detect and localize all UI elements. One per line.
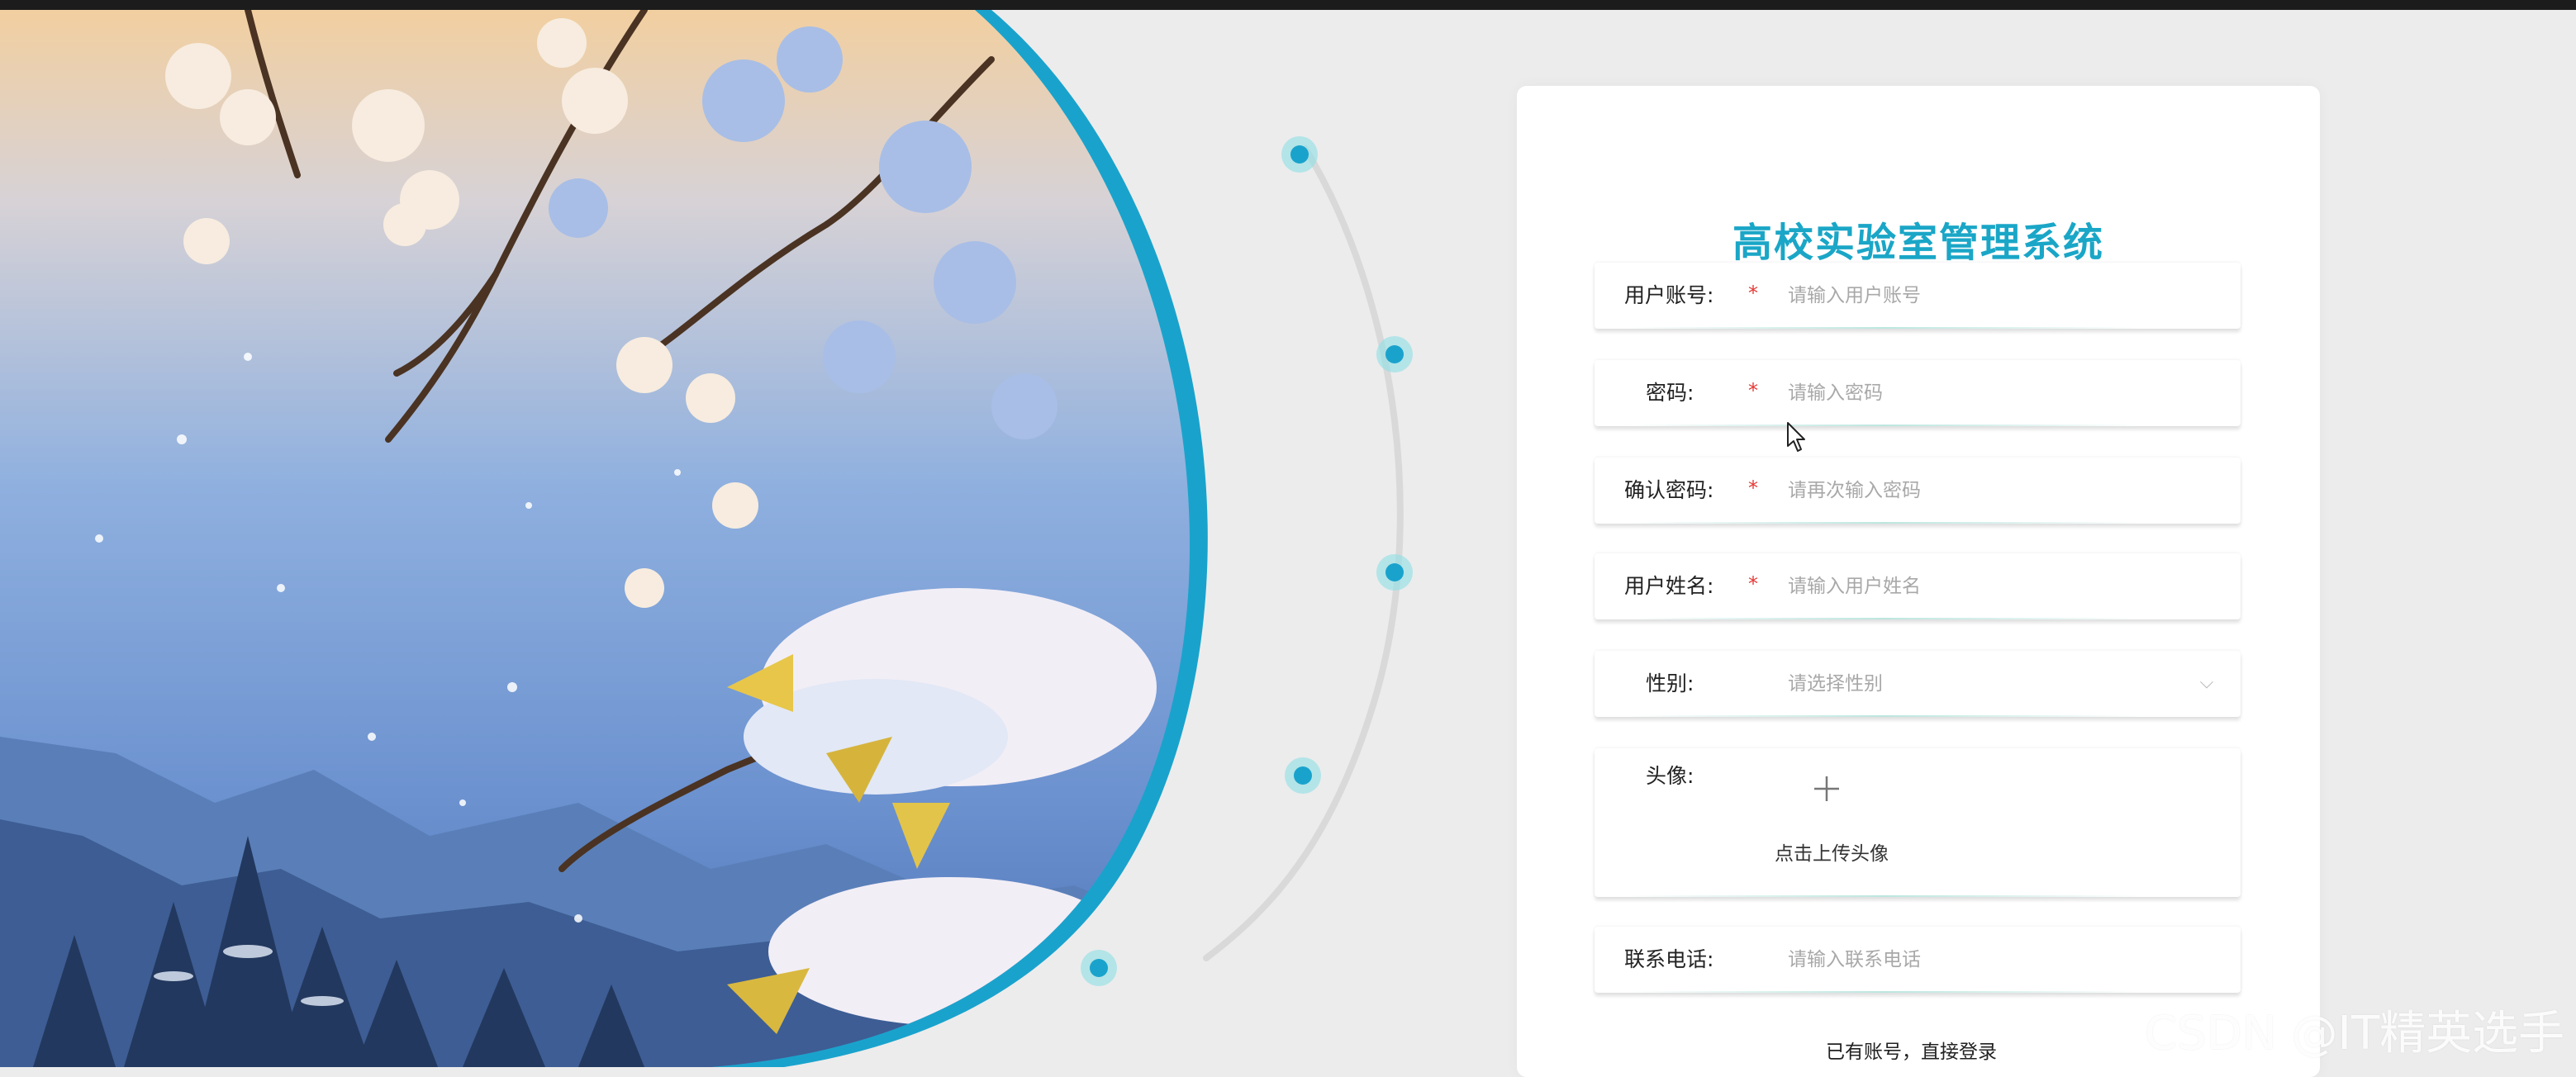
username-row: 用户账号: *: [1595, 263, 2241, 329]
required-mark: *: [1748, 572, 1758, 595]
chevron-down-icon[interactable]: ⌵: [2194, 671, 2219, 695]
realname-row: 用户姓名: *: [1595, 553, 2241, 619]
phone-row: 联系电话:: [1595, 927, 2241, 993]
gender-row[interactable]: 性别: ⌵: [1595, 651, 2241, 717]
required-mark: *: [1748, 477, 1758, 500]
confirm-password-input[interactable]: [1788, 458, 2217, 524]
phone-input[interactable]: [1788, 927, 2217, 993]
upload-avatar-text[interactable]: 点击上传头像: [1775, 837, 1889, 866]
gender-select[interactable]: [1788, 651, 2217, 717]
phone-label: 联系电话:: [1624, 947, 1714, 971]
page-title: 高校实验室管理系统: [1732, 220, 2104, 266]
username-input[interactable]: [1788, 263, 2217, 329]
required-mark: *: [1748, 282, 1758, 305]
plus-icon[interactable]: [1808, 770, 1846, 808]
confirm-password-row: 确认密码: *: [1595, 458, 2241, 524]
avatar-row: 头像: 点击上传头像: [1595, 748, 2241, 897]
password-input[interactable]: [1788, 360, 2217, 426]
arc-dots-decoration: [1081, 136, 1413, 986]
password-label: 密码:: [1646, 381, 1694, 405]
password-row: 密码: *: [1595, 360, 2241, 426]
cursor-icon: [1787, 422, 1805, 452]
watermark: CSDN @IT精英选手: [2145, 1007, 2565, 1060]
realname-input[interactable]: [1788, 553, 2217, 619]
username-label: 用户账号:: [1624, 283, 1714, 307]
top-bar: [0, 0, 2576, 10]
avatar-label: 头像:: [1646, 764, 1694, 788]
winter-blossom-illustration: [0, 10, 1208, 1067]
realname-label: 用户姓名:: [1624, 574, 1714, 598]
hero-artwork: [0, 10, 1223, 1067]
confirm-password-label: 确认密码:: [1624, 478, 1714, 502]
login-link[interactable]: 已有账号，直接登录: [1826, 1036, 1997, 1064]
required-mark: *: [1748, 379, 1758, 402]
gender-label: 性别:: [1646, 671, 1694, 695]
decorative-arc: [1041, 116, 1454, 1008]
